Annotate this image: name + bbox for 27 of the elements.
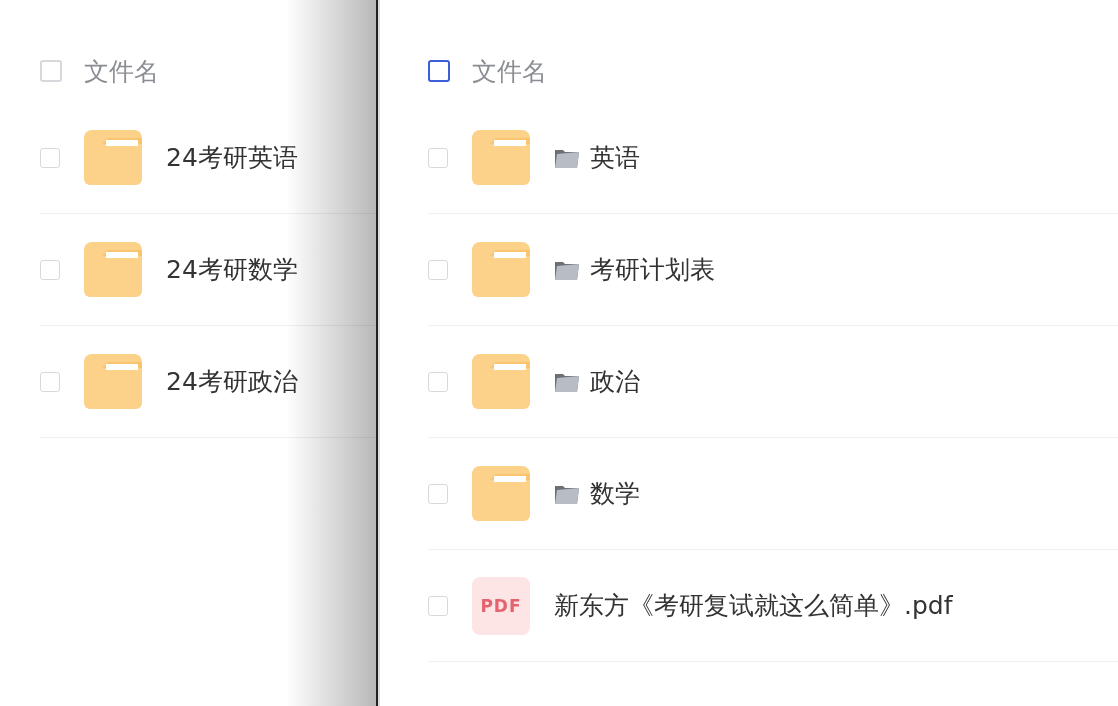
column-header: 文件名 [472, 55, 547, 88]
file-name[interactable]: 新东方《考研复试就这么简单》.pdf [554, 589, 953, 622]
folder-icon [84, 354, 142, 409]
column-header: 文件名 [84, 55, 159, 88]
checkbox[interactable] [428, 595, 448, 616]
checkbox[interactable] [40, 371, 60, 392]
folder-icon [472, 242, 530, 297]
checkbox[interactable] [40, 147, 60, 168]
file-name[interactable]: 政治 [590, 365, 640, 398]
checkbox[interactable] [428, 147, 448, 168]
checkbox[interactable] [428, 483, 448, 504]
file-name[interactable]: 24考研数学 [166, 253, 298, 286]
folder-icon [472, 130, 530, 185]
folder-icon [84, 130, 142, 185]
checkbox[interactable] [428, 371, 448, 392]
file-name[interactable]: 24考研英语 [166, 141, 298, 174]
folder-icon [472, 354, 530, 409]
folder-icon [84, 242, 142, 297]
folder-icon [472, 466, 530, 521]
checkbox[interactable] [40, 259, 60, 280]
file-name[interactable]: 数学 [590, 477, 640, 510]
checkbox[interactable] [428, 259, 448, 280]
file-name[interactable]: 24考研政治 [166, 365, 298, 398]
file-name[interactable]: 考研计划表 [590, 253, 715, 286]
select-all-checkbox[interactable] [428, 60, 450, 82]
pdf-icon: PDF [472, 576, 530, 635]
file-name[interactable]: 英语 [590, 141, 640, 174]
